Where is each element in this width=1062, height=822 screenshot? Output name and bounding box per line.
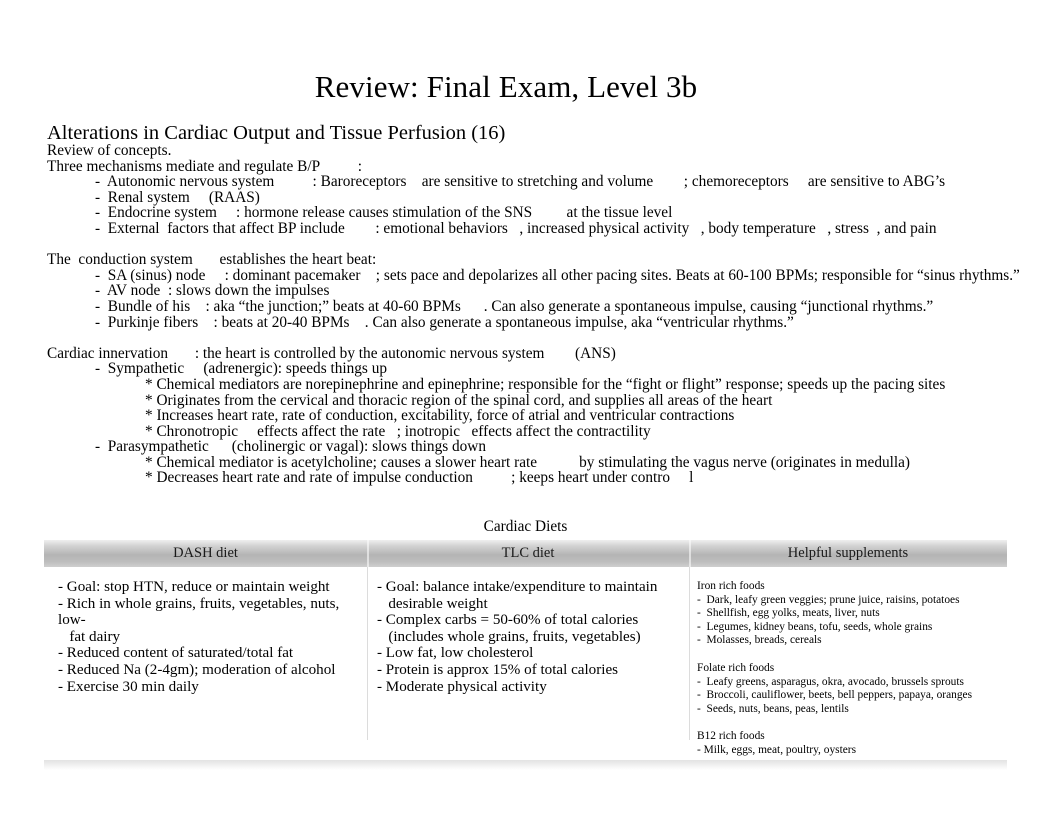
column-header-tlc-diet: TLC diet xyxy=(367,540,689,567)
page-title: Review: Final Exam, Level 3b xyxy=(314,68,698,104)
supplement-group-heading: Folate rich foods xyxy=(697,661,775,674)
body-line: * Chemical mediator is acetylcholine; ca… xyxy=(145,453,911,471)
cell-tlc-diet: - Goal: balance intake/expenditure to ma… xyxy=(367,567,689,762)
document-page: Review: Final Exam, Level 3b Alterations… xyxy=(0,0,1062,822)
tlc-diet-item: - Complex carbs = 50-60% of total calori… xyxy=(377,612,641,645)
column-header-dash-diet: DASH diet xyxy=(173,545,238,561)
tlc-diet-item: - Moderate physical activity xyxy=(377,678,547,695)
body-line: The conduction system establishes the he… xyxy=(47,251,377,269)
tlc-diet-item: - Protein is approx 15% of total calorie… xyxy=(377,661,619,678)
table-caption: Cardiac Diets xyxy=(483,518,568,535)
supplement-group-heading: B12 rich foods xyxy=(697,730,765,743)
supplement-item: - Seeds, nuts, beans, peas, lentils xyxy=(697,702,849,715)
cell-helpful-supplements: Iron rich foods - Dark, leafy green veggi… xyxy=(689,567,1007,762)
body-line: - Renal system (RAAS) xyxy=(95,188,260,206)
dash-diet-item: - Rich in whole grains, fruits, vegetabl… xyxy=(58,595,340,645)
supplement-item: - Molasses, breads, cereals xyxy=(697,634,822,647)
table-body-row: - Goal: stop HTN, reduce or maintain wei… xyxy=(44,567,1007,762)
supplement-group: Iron rich foods - Dark, leafy green veggi… xyxy=(697,579,1001,648)
body-line: - Autonomic nervous system : Barorecepto… xyxy=(95,173,946,191)
body-line: - Parasympathetic (cholinergic or vagal)… xyxy=(95,438,486,456)
supplement-item: - Leafy greens, asparagus, okra, avocado… xyxy=(697,675,964,688)
tlc-diet-item: - Goal: balance intake/expenditure to ma… xyxy=(377,579,658,612)
body-line: - Sympathetic (adrenergic): speeds thing… xyxy=(95,360,387,378)
dash-diet-item: - Reduced Na (2-4gm); moderation of alco… xyxy=(58,661,336,678)
cardiac-diets-table: DASH diet TLC diet Helpful supplements -… xyxy=(44,540,1007,770)
body-line: Cardiac innervation : the heart is contr… xyxy=(47,344,616,362)
body-line: * Chemical mediators are norepinephrine … xyxy=(145,375,946,393)
supplement-group-spacer xyxy=(697,650,1001,661)
dash-diet-item: - Goal: stop HTN, reduce or maintain wei… xyxy=(58,579,330,595)
body-line: * Chronotropic effects affect the rate ;… xyxy=(145,422,651,440)
body-line: - Endocrine system : hormone release cau… xyxy=(95,204,673,222)
cell-dash-diet: - Goal: stop HTN, reduce or maintain wei… xyxy=(44,567,367,762)
dash-diet-item: - Exercise 30 min daily xyxy=(58,678,199,695)
supplement-item: - Legumes, kidney beans, tofu, seeds, wh… xyxy=(697,620,933,633)
body-line: * Originates from the cervical and thora… xyxy=(145,391,773,409)
supplement-group-spacer xyxy=(697,718,1001,729)
body-line: * Decreases heart rate and rate of impul… xyxy=(145,469,694,487)
body-line: - External factors that affect BP includ… xyxy=(95,219,937,237)
body-line: - AV node : slows down the impulses xyxy=(95,282,330,300)
body-line: - Purkinje fibers : beats at 20-40 BPMs … xyxy=(95,313,794,331)
supplement-group-heading: Iron rich foods xyxy=(697,580,765,592)
supplement-item: - Shellfish, egg yolks, meats, liver, nu… xyxy=(697,607,880,620)
dash-diet-item: - Reduced content of saturated/total fat xyxy=(58,645,294,662)
supplement-item: - Dark, leafy green veggies; prune juice… xyxy=(697,593,960,606)
body-line: Three mechanisms mediate and regulate B/… xyxy=(47,157,363,175)
supplement-item: - Milk, eggs, meat, poultry, oysters xyxy=(697,743,857,756)
column-header-helpful-supplements: Helpful supplements xyxy=(689,540,1007,567)
supplement-item: - Broccoli, cauliflower, beets, bell pep… xyxy=(697,689,973,702)
body-line: - Bundle of his : aka “the junction;” be… xyxy=(95,297,934,315)
table-header-row: DASH diet TLC diet Helpful supplements xyxy=(44,540,1007,567)
body-line: * Increases heart rate, rate of conducti… xyxy=(145,407,735,425)
body-text-block: Review of concepts. Three mechanisms medi… xyxy=(47,143,1037,486)
body-line: Review of concepts. xyxy=(47,142,172,159)
supplement-group: B12 rich foods - Milk, eggs, meat, poultr… xyxy=(697,729,1001,757)
supplement-group: Folate rich foods - Leafy greens, asparag… xyxy=(697,661,1001,716)
body-line: - SA (sinus) node : dominant pacemaker ;… xyxy=(95,266,1020,284)
tlc-diet-item: - Low fat, low cholesterol xyxy=(377,645,534,662)
